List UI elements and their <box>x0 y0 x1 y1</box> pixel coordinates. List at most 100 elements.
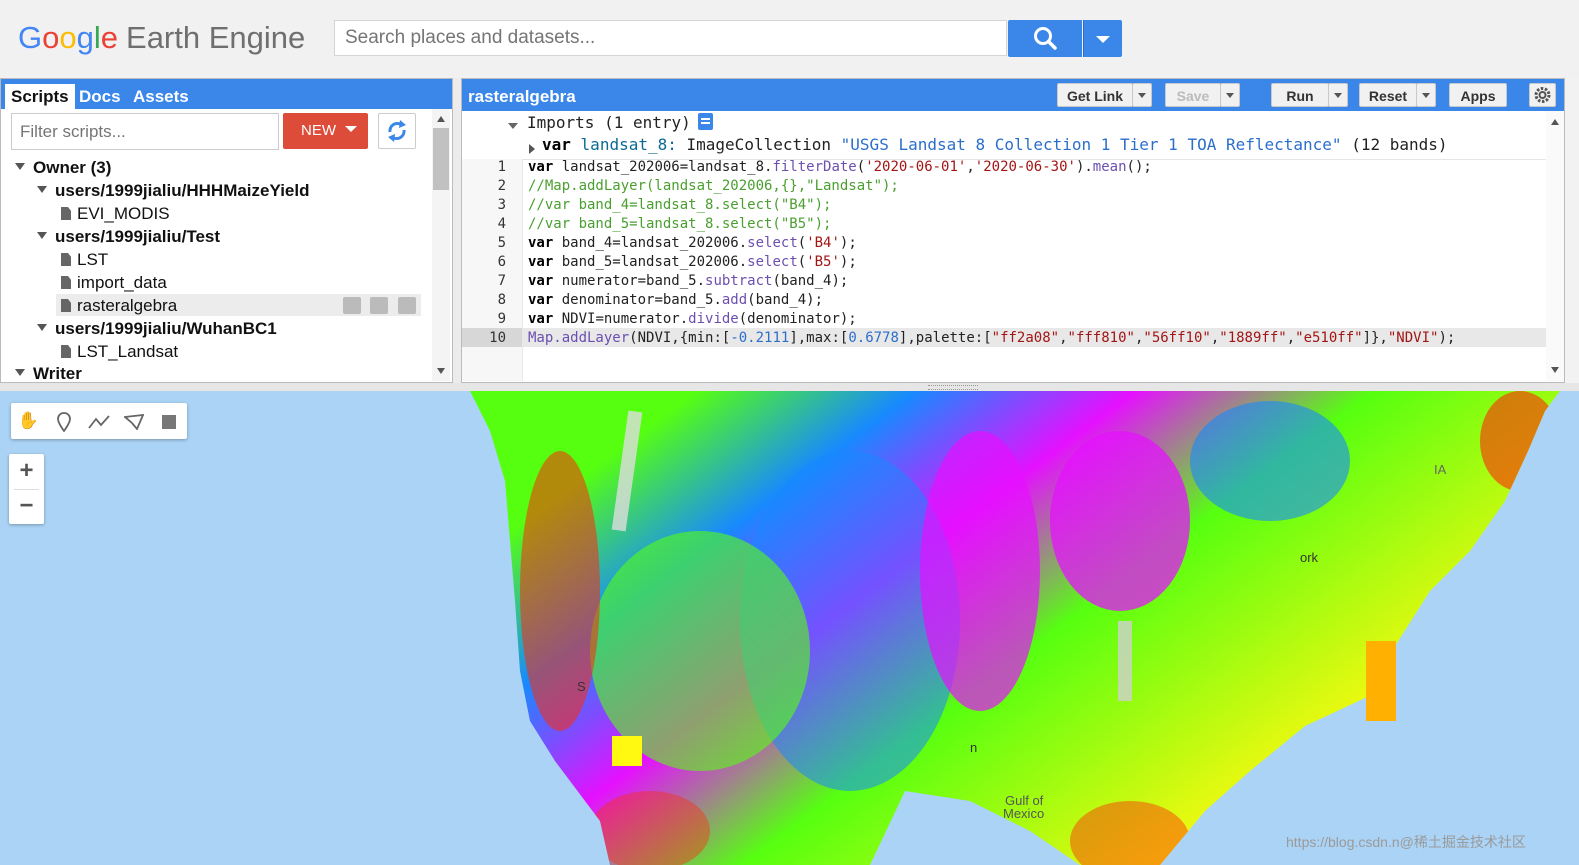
logo-letter: g <box>76 20 94 55</box>
refresh-button[interactable] <box>378 113 416 149</box>
code-line-8[interactable]: var denominator=band_5.add(band_4); <box>528 292 823 308</box>
scroll-up-icon[interactable] <box>1551 119 1559 125</box>
logo-letter: l <box>93 20 101 55</box>
code-token: select <box>747 235 798 251</box>
tree-label: Owner (3) <box>33 158 112 177</box>
scroll-down-icon[interactable] <box>1551 367 1559 373</box>
code-line-4[interactable]: //var band_5=landsat_8.select("B5"); <box>528 216 831 232</box>
draw-rectangle-icon[interactable] <box>151 403 186 439</box>
settings-button[interactable] <box>1529 83 1556 107</box>
tree-label: LST_Landsat <box>77 342 179 361</box>
map-view[interactable]: ✋ + − Gulf of Mexico ork IA n S https://… <box>0 391 1579 865</box>
rename-icon[interactable] <box>370 297 388 314</box>
line-number: 4 <box>497 216 506 232</box>
panel-splitter[interactable] <box>453 78 461 383</box>
tree-owner-group[interactable]: Owner (3) <box>15 158 111 180</box>
tree-label: users/1999jialiu/WuhanBC1 <box>55 319 277 338</box>
point-marker-icon[interactable] <box>46 403 81 439</box>
code-token: "e510ff" <box>1295 330 1363 346</box>
logo-product-name: Earth Engine <box>126 20 306 55</box>
reset-button[interactable]: Reset <box>1359 83 1417 107</box>
expand-caret-icon <box>37 186 47 193</box>
code-token: (); <box>1126 159 1152 175</box>
map-label-city: n <box>970 740 978 755</box>
run-dropdown[interactable] <box>1328 83 1348 107</box>
draw-polygon-icon[interactable] <box>116 403 151 439</box>
tree-file-evi-modis[interactable]: EVI_MODIS <box>61 204 170 226</box>
code-line-5[interactable]: var band_4=landsat_202006.select('B4'); <box>528 235 857 251</box>
code-line-3[interactable]: //var band_4=landsat_8.select("B4"); <box>528 197 831 213</box>
filter-scripts-input[interactable] <box>11 113 279 150</box>
new-script-button[interactable]: NEW <box>283 113 368 149</box>
imports-header[interactable]: Imports (1 entry) <box>527 113 691 132</box>
run-button[interactable]: Run <box>1271 83 1329 107</box>
collapse-arrow-icon[interactable] <box>508 115 518 134</box>
search-options-button[interactable] <box>1083 20 1122 57</box>
search-input[interactable] <box>334 20 1007 56</box>
zoom-in-button[interactable]: + <box>9 454 44 489</box>
delete-icon[interactable] <box>398 297 416 314</box>
scripts-scrollbar-thumb[interactable] <box>433 128 449 190</box>
code-token: "ff2a08" <box>991 330 1060 346</box>
get-link-button[interactable]: Get Link <box>1057 83 1133 107</box>
zoom-out-button[interactable]: − <box>9 489 44 524</box>
code-token: 0.6778 <box>848 330 899 346</box>
tree-file-rasteralgebra[interactable]: rasteralgebra <box>61 296 177 318</box>
map-label-new-york: ork <box>1300 550 1319 565</box>
tree-repo-wuhanbc1[interactable]: users/1999jialiu/WuhanBC1 <box>37 319 277 341</box>
map-label-state: IA <box>1434 462 1447 477</box>
tree-file-import-data[interactable]: import_data <box>61 273 167 295</box>
code-token: divide <box>688 311 739 327</box>
code-line-10[interactable]: Map.addLayer(NDVI,{min:[-0.2111],max:[0.… <box>528 330 1455 346</box>
save-button[interactable]: Save <box>1165 83 1221 107</box>
tab-scripts[interactable]: Scripts <box>5 84 75 109</box>
new-button-label: NEW <box>301 122 336 139</box>
caret-down-icon <box>345 126 358 132</box>
scroll-up-icon[interactable] <box>437 116 445 122</box>
tree-label: users/1999jialiu/HHHMaizeYield <box>55 181 310 200</box>
map-resize-handle[interactable] <box>0 383 1579 391</box>
code-token: 'B5' <box>806 254 840 270</box>
code-line-9[interactable]: var NDVI=numerator.divide(denominator); <box>528 311 857 327</box>
earth-engine-logo[interactable]: Google Earth Engine <box>18 20 305 56</box>
code-line-1[interactable]: var landsat_202006=landsat_8.filterDate(… <box>528 159 1152 175</box>
code-token: add <box>721 292 748 308</box>
tab-docs[interactable]: Docs <box>73 84 127 109</box>
code-token: -0.2111 <box>730 330 790 346</box>
line-number: 9 <box>497 311 506 327</box>
tab-assets[interactable]: Assets <box>127 84 195 109</box>
code-line-2[interactable]: //Map.addLayer(landsat_202006,{},"Landsa… <box>528 178 899 194</box>
history-icon[interactable] <box>343 297 361 314</box>
editor-scrollbar[interactable] <box>1546 111 1564 381</box>
code-line-7[interactable]: var numerator=band_5.subtract(band_4); <box>528 273 848 289</box>
tree-file-lst-landsat[interactable]: LST_Landsat <box>61 342 178 364</box>
draw-line-icon[interactable] <box>81 403 116 439</box>
tree-repo-test[interactable]: users/1999jialiu/Test <box>37 227 220 249</box>
scroll-down-icon[interactable] <box>437 368 445 374</box>
code-token: "1889ff" <box>1219 330 1287 346</box>
import-entry[interactable]: var landsat_8: ImageCollection "USGS Lan… <box>542 135 1448 154</box>
tree-repo-hhhmaizeyield[interactable]: users/1999jialiu/HHHMaizeYield <box>37 181 309 203</box>
code-token: ); <box>839 254 857 270</box>
code-token: Map.addLayer <box>528 330 630 346</box>
tree-label: Writer <box>33 364 82 383</box>
editor-toolbar: rasteralgebra Get Link Save Run Reset Ap… <box>462 79 1564 111</box>
zoom-control: + − <box>9 454 44 524</box>
code-token: var <box>528 273 554 289</box>
apps-button[interactable]: Apps <box>1449 83 1507 107</box>
pan-hand-icon[interactable]: ✋ <box>11 403 46 439</box>
code-line-6[interactable]: var band_5=landsat_202006.select('B5'); <box>528 254 857 270</box>
tree-file-lst[interactable]: LST <box>61 250 108 272</box>
code-token: ); <box>839 235 857 251</box>
reset-dropdown[interactable] <box>1416 83 1436 107</box>
search-button[interactable] <box>1008 20 1082 57</box>
get-link-dropdown[interactable] <box>1132 83 1152 107</box>
line-number: 3 <box>497 197 506 213</box>
save-dropdown[interactable] <box>1220 83 1240 107</box>
logo-letter: o <box>59 20 77 55</box>
code-token: ]}, <box>1362 330 1388 346</box>
code-token: "NDVI" <box>1387 330 1439 346</box>
show-code-icon[interactable] <box>698 113 713 130</box>
expand-arrow-icon[interactable] <box>528 139 536 158</box>
code-token: ); <box>1438 330 1456 346</box>
